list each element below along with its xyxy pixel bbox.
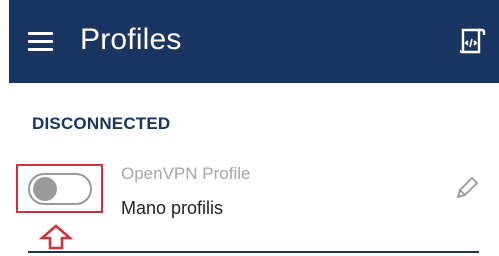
app-bar: Profiles	[9, 0, 499, 83]
page-title: Profiles	[80, 23, 182, 56]
up-arrow-icon	[38, 224, 74, 250]
profile-connect-toggle[interactable]	[28, 173, 92, 205]
hamburger-menu-icon[interactable]	[28, 29, 53, 53]
vpn-app-screen: Profiles DISCONNECTED OpenVPN Profile Ma…	[0, 0, 499, 256]
connection-status-label: DISCONNECTED	[32, 114, 171, 133]
pencil-icon[interactable]	[453, 174, 481, 202]
divider	[28, 251, 479, 253]
toggle-knob	[33, 177, 57, 201]
import-profile-icon[interactable]	[459, 27, 486, 55]
profile-type-label: OpenVPN Profile	[121, 164, 251, 183]
profile-name[interactable]: Mano profilis	[121, 196, 223, 220]
